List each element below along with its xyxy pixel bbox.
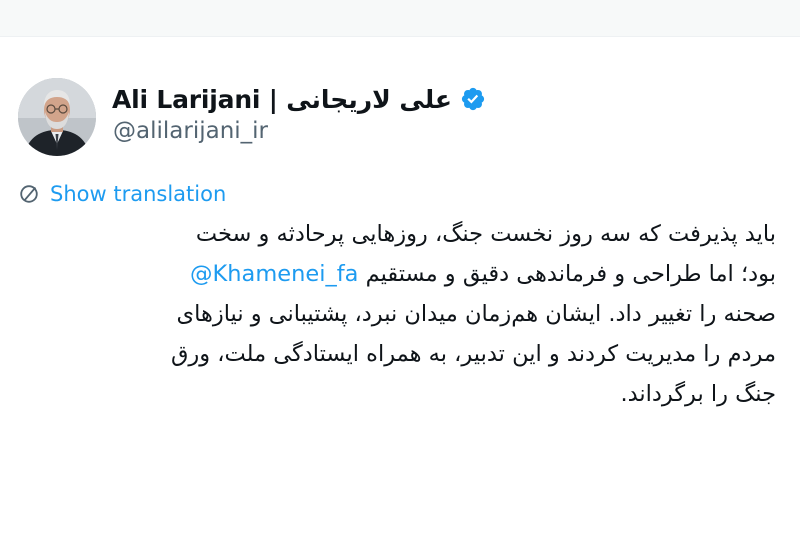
- tweet-line: صحنه را تغییر داد. ایشان هم‌زمان میدان ن…: [176, 301, 777, 327]
- display-name[interactable]: Ali Larijani | علی لاریجانی: [112, 85, 452, 114]
- tweet-card: Ali Larijani | علی لاریجانی @alilarijani…: [0, 0, 800, 534]
- tweet-line-text: بود؛ اما طراحی و فرماندهی دقیق و مستقیم: [365, 261, 776, 287]
- avatar[interactable]: [18, 78, 96, 156]
- tweet-line: باید پذیرفت که سه روز نخست جنگ، روزهایی …: [195, 221, 776, 247]
- profile-photo-icon: [18, 78, 96, 156]
- tweet-line: مردم را مدیریت کردند و این تدبیر، به همر…: [170, 341, 776, 367]
- author-handle[interactable]: @alilarijani_ir: [113, 118, 268, 144]
- top-divider: [0, 0, 800, 37]
- tweet-body: باید پذیرفت که سه روز نخست جنگ، روزهایی …: [26, 214, 776, 414]
- tweet-line: بود؛ اما طراحی و فرماندهی دقیق و مستقیم …: [26, 254, 776, 294]
- globe-icon: [18, 183, 40, 205]
- show-translation-label[interactable]: Show translation: [50, 182, 226, 206]
- verified-badge-icon: [460, 86, 486, 112]
- mention-link[interactable]: @Khamenei_fa: [190, 261, 358, 287]
- show-translation-button[interactable]: Show translation: [18, 180, 226, 208]
- tweet-line: جنگ را برگرداند.: [620, 381, 776, 407]
- author-name-row[interactable]: Ali Larijani | علی لاریجانی: [112, 82, 486, 116]
